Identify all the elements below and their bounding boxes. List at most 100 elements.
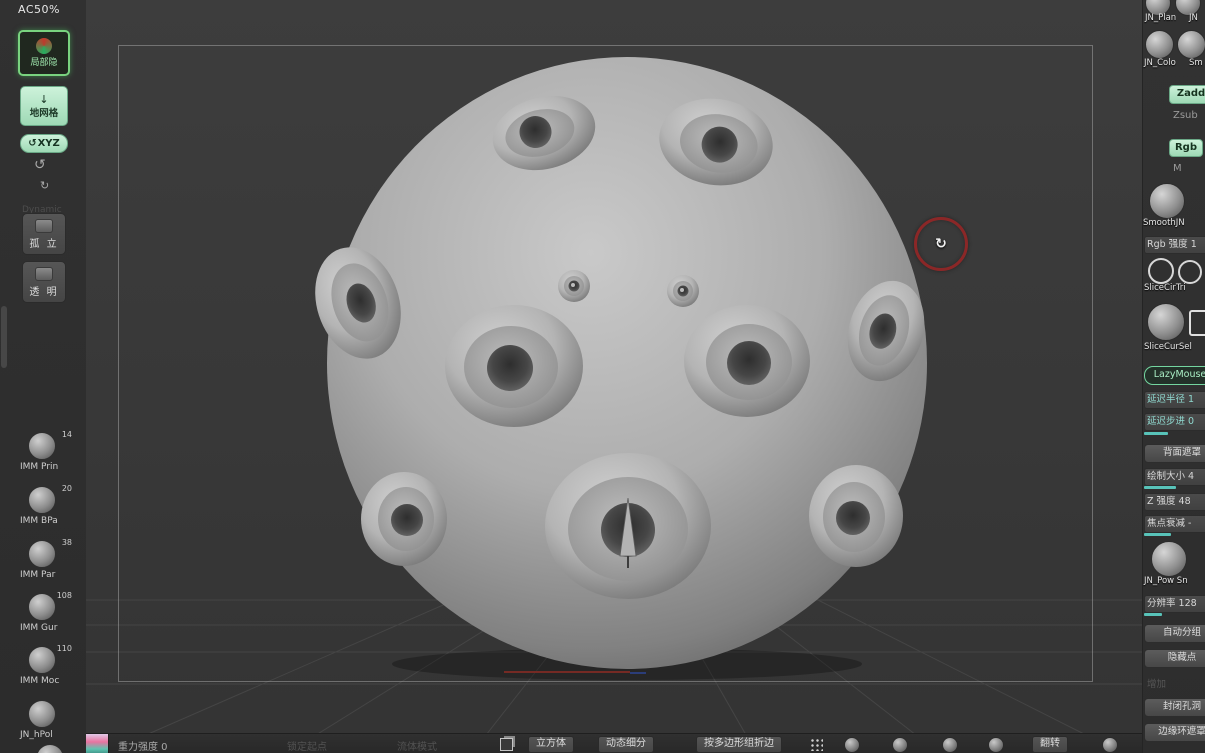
brush-count: 38 [61, 538, 72, 547]
brush-label: Sm [1189, 58, 1203, 68]
rotate-ccw-icon[interactable]: ↺ [34, 157, 46, 173]
left-toolbar: AC50% 局部隐 ↓ 地网格 ↺ XYZ ↺ ↻ Dynamic 孤 立 透 … [0, 0, 87, 753]
transparent-label: 透 明 [29, 286, 59, 298]
floor-grid-button[interactable]: ↓ 地网格 [20, 86, 68, 126]
brush-label: IMM Gur [20, 623, 58, 633]
smooth-brush-label: SmoothJN [1143, 218, 1185, 228]
brush-label: IMM Par [20, 570, 56, 580]
sphere-tool-icon[interactable] [892, 737, 908, 753]
ac-opacity-button[interactable]: AC50% [18, 3, 60, 16]
brush-label: IMM BPa [20, 516, 58, 526]
brush-thumbnail [28, 486, 56, 514]
dynamic-subdiv-button[interactable]: 动态细分 [598, 736, 654, 753]
pow-brush-thumbnail[interactable] [1151, 541, 1187, 577]
lazy-step-bar [1144, 432, 1168, 435]
smooth-brush-thumbnail[interactable] [1149, 183, 1185, 219]
brush-label: JN_Colo [1144, 58, 1176, 68]
brush-count: 20 [61, 484, 72, 493]
slice-curve-thumbnail[interactable] [1147, 303, 1185, 341]
right-shelf: JN_Plan JN JN_Colo Sm Zadd Zsub Rgb M Sm… [1142, 0, 1205, 753]
isolate-icon [35, 218, 53, 233]
backface-mask-button[interactable]: 背面遮罩 [1144, 444, 1205, 463]
brush-imm-moc[interactable]: 110 IMM Moc [20, 644, 72, 696]
flip-button[interactable]: 翻转 [1032, 736, 1068, 753]
resolution-bar [1144, 613, 1162, 616]
brush-count: 108 [56, 591, 72, 600]
cube-button[interactable]: 立方体 [528, 736, 574, 753]
auto-group-button[interactable]: 自动分组 [1144, 624, 1205, 643]
sphere-tool-icon[interactable] [844, 737, 860, 753]
local-symmetry-label: 局部隐 [30, 58, 58, 68]
transparent-icon [35, 266, 53, 281]
sphere-tool-icon[interactable] [942, 737, 958, 753]
brush-thumbnail [28, 700, 56, 728]
rgb-button[interactable]: Rgb [1169, 139, 1203, 157]
zadd-button[interactable]: Zadd [1169, 85, 1205, 104]
grow-button[interactable]: 增加 [1147, 676, 1166, 690]
brush-imm-par[interactable]: 38 IMM Par [20, 538, 72, 590]
brush-thumbnail [28, 432, 56, 460]
brush-count: 110 [56, 644, 72, 653]
lock-start-button[interactable]: 锁定起点 [287, 738, 327, 753]
lazy-radius-slider[interactable]: 延迟半径 1 [1144, 391, 1205, 409]
brush-jn-hpol[interactable]: JN_hPol [20, 700, 72, 750]
zsub-button[interactable]: Zsub [1173, 110, 1198, 121]
sculpt-model[interactable] [301, 57, 935, 680]
brush-thumbnail [28, 540, 56, 568]
pow-brush-label: JN_Pow Sn [1144, 576, 1188, 586]
viewport-canvas[interactable]: ↻ [86, 0, 1142, 735]
sphere-tool-icon[interactable] [988, 737, 1004, 753]
sphere-tool-icon[interactable] [1102, 737, 1118, 753]
isolate-button[interactable]: 孤 立 [22, 213, 66, 255]
hide-point-button[interactable]: 隐藏点 [1144, 649, 1205, 668]
slice-circle-icon[interactable] [1148, 258, 1174, 284]
edge-loop-mask-button[interactable]: 边缘环遮罩 [1144, 723, 1205, 742]
rotate-cw-icon[interactable]: ↻ [40, 179, 49, 192]
z-intensity-slider[interactable]: Z 强度 48 [1144, 493, 1205, 511]
slice-circle-icon[interactable] [1178, 260, 1202, 284]
lazymouse-button[interactable]: LazyMouse [1144, 366, 1205, 385]
resolution-slider[interactable]: 分辨率 128 [1144, 595, 1205, 613]
brush-thumb-jn-colo[interactable] [1145, 30, 1174, 59]
isolate-label: 孤 立 [29, 238, 59, 250]
brush-label: IMM Prin [20, 462, 59, 472]
slice-circle-label: SliceCirTri [1144, 283, 1186, 293]
fluid-mode-button[interactable]: 流体模式 [397, 738, 437, 753]
brush-label: IMM Moc [20, 676, 60, 686]
rotate-cursor-icon: ↻ [935, 236, 947, 252]
focal-shift-slider[interactable]: 焦点衰减 - [1144, 515, 1205, 533]
brush-cursor[interactable]: ↻ [914, 217, 968, 271]
brush-label: JN [1189, 13, 1198, 23]
crease-polygroup-button[interactable]: 按多边形组折边 [696, 736, 782, 753]
focal-shift-bar [1144, 533, 1171, 536]
bottom-toolbar: 重力强度 0 锁定起点 流体模式 立方体 动态细分 按多边形组折边 翻转 [86, 733, 1142, 753]
brush-imm-prin[interactable]: 14 IMM Prin [20, 430, 72, 482]
close-holes-button[interactable]: 封闭孔洞 [1144, 698, 1205, 717]
cube-icon[interactable] [500, 738, 513, 751]
zbrush-window: AC50% 局部隐 ↓ 地网格 ↺ XYZ ↺ ↻ Dynamic 孤 立 透 … [0, 0, 1205, 753]
color-picker-tile[interactable] [86, 734, 109, 753]
gravity-strength-label[interactable]: 重力强度 0 [118, 738, 168, 753]
m-button[interactable]: M [1173, 163, 1182, 174]
draw-size-slider[interactable]: 绘制大小 4 [1144, 468, 1205, 486]
swirl-icon [36, 38, 52, 54]
brush-thumbnail [28, 646, 56, 674]
rotate-xyz-button[interactable]: ↺ XYZ [20, 134, 68, 153]
selection-icon[interactable] [1189, 310, 1205, 336]
model-viewport[interactable] [86, 0, 1142, 735]
xyz-label: XYZ [37, 138, 60, 149]
rgb-intensity-slider[interactable]: Rgb 强度 1 [1144, 236, 1205, 254]
local-symmetry-button[interactable]: 局部隐 [18, 30, 70, 76]
dots-tool-icon[interactable] [810, 738, 823, 751]
slice-curve-label: SliceCurSel [1144, 342, 1192, 352]
draw-size-bar [1144, 486, 1176, 489]
lazy-step-slider[interactable]: 延迟步进 0 [1144, 413, 1205, 431]
floor-grid-label: 地网格 [29, 107, 59, 119]
transparent-button[interactable]: 透 明 [22, 261, 66, 303]
brush-label: JN_hPol [20, 730, 53, 740]
brush-thumb-sm[interactable] [1177, 30, 1205, 59]
left-scrollbar[interactable] [1, 306, 7, 368]
brush-imm-bpa[interactable]: 20 IMM BPa [20, 484, 72, 536]
brush-imm-gur[interactable]: 108 IMM Gur [20, 591, 72, 643]
brush-thumbnail [28, 593, 56, 621]
